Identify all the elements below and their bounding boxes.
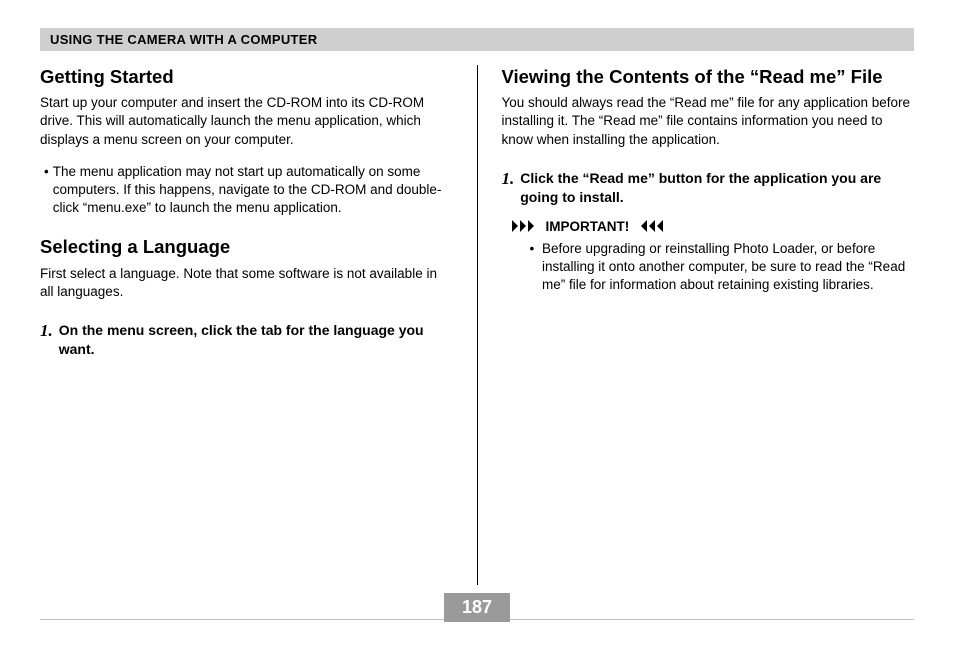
step-number: 1. [40,321,59,359]
step-number: 1. [502,169,521,207]
step-text: On the menu screen, click the tab for th… [59,321,453,359]
document-page: USING THE CAMERA WITH A COMPUTER Getting… [0,0,954,646]
arrows-left-icon [635,220,663,232]
para-readme: You should always read the “Read me” fil… [502,94,915,149]
heading-selecting-language: Selecting a Language [40,235,453,258]
page-number-badge: 187 [444,593,510,622]
arrows-right-icon [512,220,540,232]
important-callout: IMPORTANT! [512,219,915,234]
two-column-layout: Getting Started Start up your computer a… [40,65,914,585]
bullet-text: The menu application may not start up au… [53,163,453,218]
heading-readme: Viewing the Contents of the “Read me” Fi… [502,65,915,88]
step-1-language: 1. On the menu screen, click the tab for… [40,321,453,359]
step-1-readme: 1. Click the “Read me” button for the ap… [502,169,915,207]
important-bullet: • Before upgrading or reinstalling Photo… [530,240,915,295]
bullet-menu-autostart: • The menu application may not start up … [40,163,453,218]
page-number: 187 [462,597,492,617]
heading-getting-started: Getting Started [40,65,453,88]
right-column: Viewing the Contents of the “Read me” Fi… [478,65,915,585]
left-column: Getting Started Start up your computer a… [40,65,477,585]
section-header-bar: USING THE CAMERA WITH A COMPUTER [40,28,914,51]
bullet-dot-icon: • [530,240,542,295]
step-text: Click the “Read me” button for the appli… [520,169,914,207]
section-header-text: USING THE CAMERA WITH A COMPUTER [50,32,317,47]
page-footer: 187 [40,619,914,620]
important-bullet-text: Before upgrading or reinstalling Photo L… [542,240,914,295]
para-selecting-language: First select a language. Note that some … [40,265,453,301]
important-label: IMPORTANT! [546,219,630,234]
para-getting-started: Start up your computer and insert the CD… [40,94,453,149]
bullet-dot-icon: • [44,163,53,218]
